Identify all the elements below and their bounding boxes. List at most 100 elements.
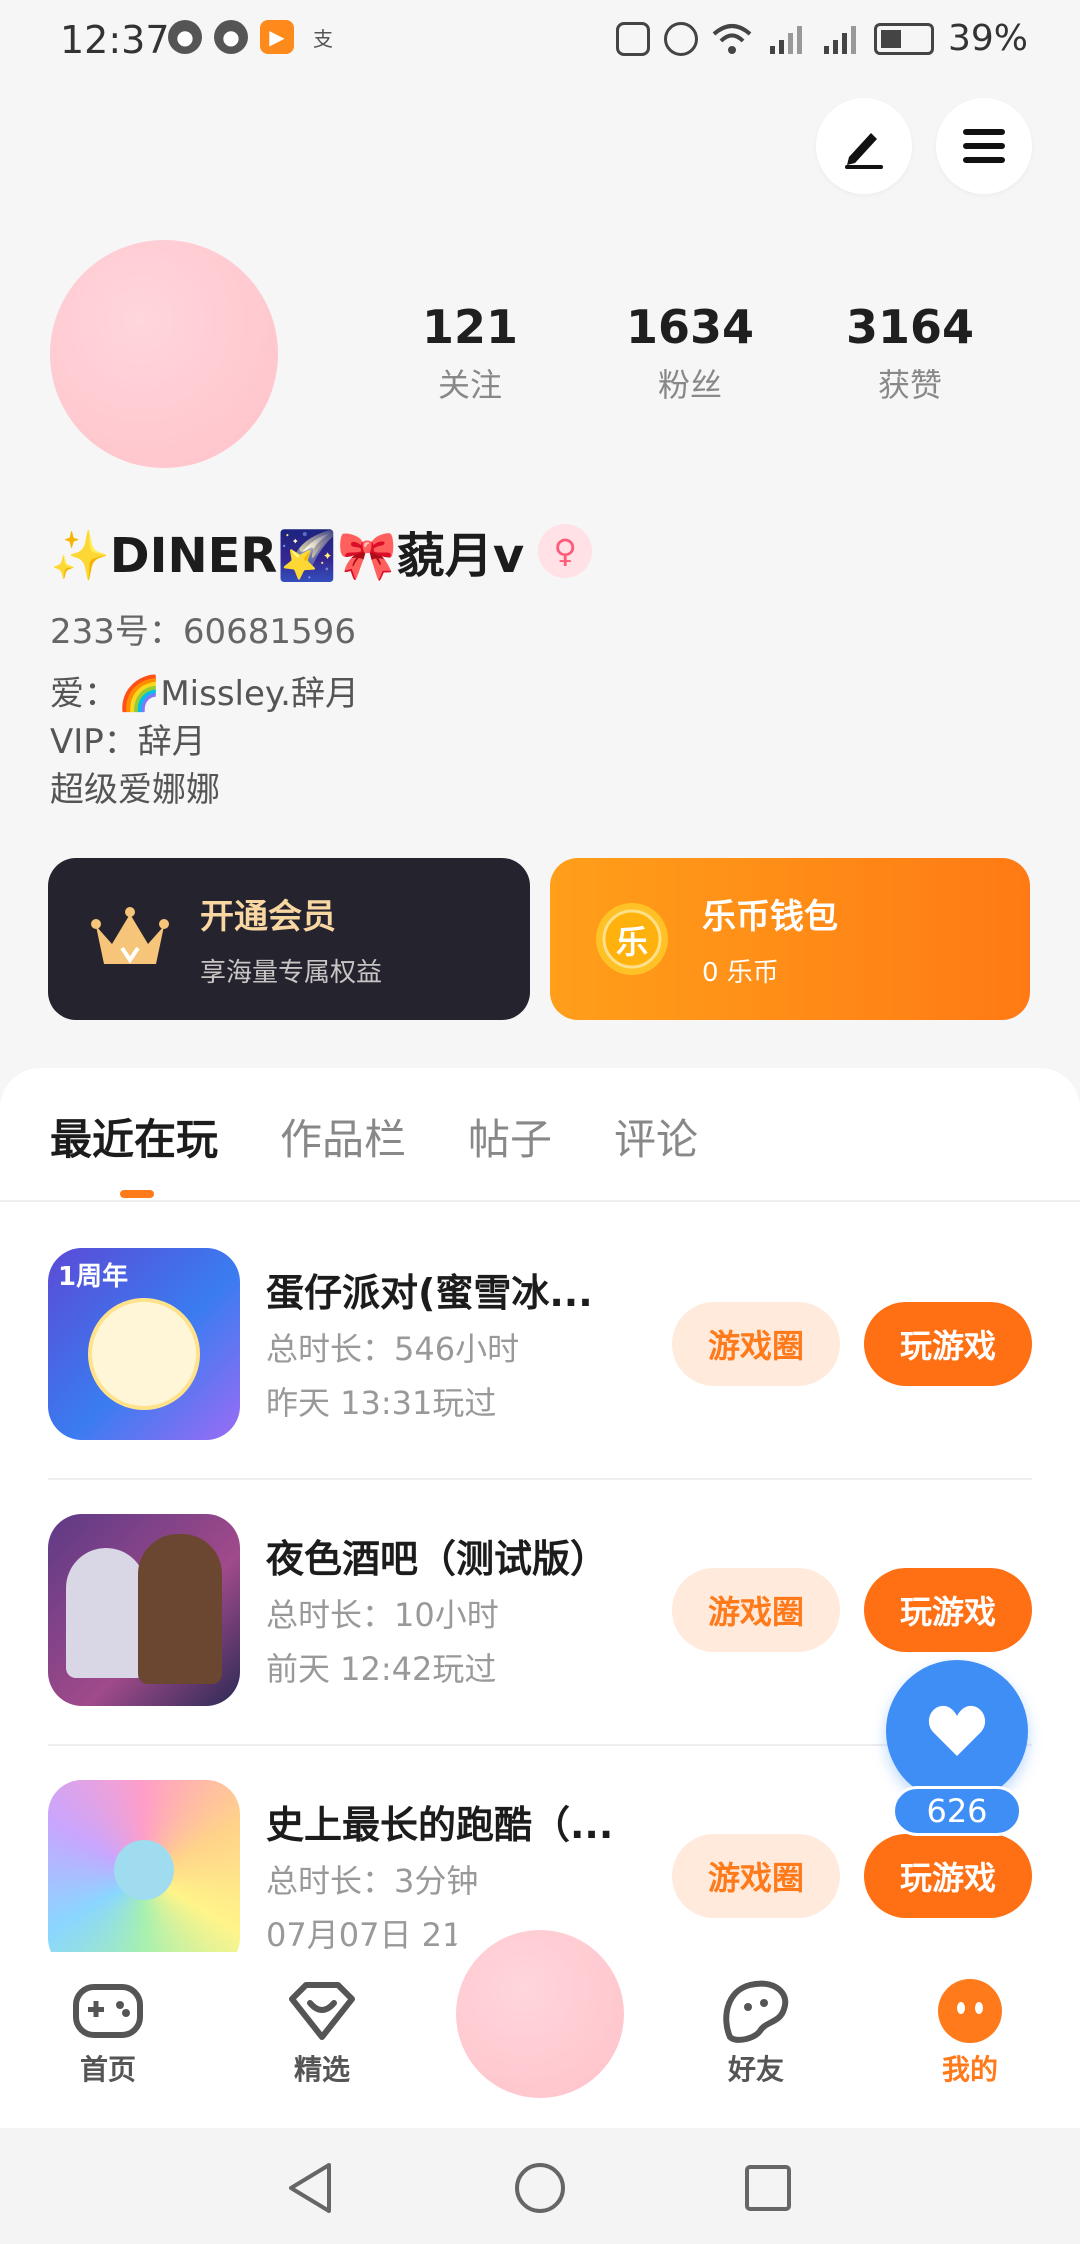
recents-square-icon xyxy=(745,2165,791,2211)
vip-subtitle: 享海量专属权益 xyxy=(200,958,383,988)
bio-line: 爱：🌈Missley.辞月 xyxy=(50,674,359,714)
nav-label: 精选 xyxy=(293,2053,350,2086)
vip-title: 开通会员 xyxy=(200,897,336,937)
battery-percent: 39% xyxy=(947,18,1028,59)
wallet-subtitle: 0 乐币 xyxy=(702,958,779,988)
game-row[interactable]: 1周年 蛋仔派对(蜜雪冰... 总时长：546小时 昨天 13:31玩过 游戏圈… xyxy=(48,1202,1032,1468)
game-icon-center xyxy=(114,1840,174,1900)
profile-stats: 121 关注 1634 粉丝 3164 获赞 xyxy=(360,300,1020,406)
edit-profile-button[interactable] xyxy=(816,98,912,194)
tab-recent-play[interactable]: 最近在玩 xyxy=(50,1106,218,1167)
tab-posts[interactable]: 帖子 xyxy=(468,1106,552,1167)
game-icon-parkour xyxy=(48,1780,240,1972)
game-duration: 总时长：3分钟 xyxy=(266,1862,479,1900)
stat-following[interactable]: 121 关注 xyxy=(370,300,570,406)
game-mascot xyxy=(88,1298,200,1410)
vip-card-text: 开通会员 享海量专属权益 xyxy=(200,889,382,989)
hamburger-icon xyxy=(963,129,1005,163)
system-nav-bar xyxy=(0,2128,1080,2244)
game-name: 夜色酒吧（测试版） xyxy=(266,1537,609,1581)
name-row: ✨DINER🌠🎀藐月v ♀ xyxy=(50,516,593,586)
gamepad-icon xyxy=(72,1980,144,2042)
nav-featured[interactable]: 精选 xyxy=(262,1980,382,2088)
status-bar: 12:37 ● ● ▶ 支 39% xyxy=(0,0,1080,84)
bio: 爱：🌈Missley.辞月 VIP：辞月 超级爱娜娜 xyxy=(50,670,359,814)
heart-icon xyxy=(928,1705,986,1756)
home-circle-icon xyxy=(515,2163,565,2213)
status-notification-icons: ● ● ▶ 支 xyxy=(168,20,340,54)
wallet-card-text: 乐币钱包 0 乐币 xyxy=(702,889,838,989)
menu-button[interactable] xyxy=(936,98,1032,194)
play-game-button[interactable]: 玩游戏 xyxy=(864,1834,1032,1918)
female-icon: ♀ xyxy=(538,524,593,578)
coin-glyph: 乐 xyxy=(615,923,648,961)
profile-tabs: 最近在玩 作品栏 帖子 评论 xyxy=(50,1106,698,1167)
friend-face-icon xyxy=(720,1980,792,2043)
play-game-button[interactable]: 玩游戏 xyxy=(864,1568,1032,1652)
game-row[interactable]: 夜色酒吧（测试版） 总时长：10小时 前天 12:42玩过 游戏圈 玩游戏 xyxy=(48,1468,1032,1734)
heart-box-icon xyxy=(286,1980,358,2042)
crown-icon xyxy=(90,899,170,979)
like-button[interactable] xyxy=(886,1660,1028,1802)
game-icon-eggy-party: 1周年 xyxy=(48,1248,240,1440)
status-time: 12:37 xyxy=(60,18,170,62)
battery-icon xyxy=(873,22,934,55)
wechat-icon: ● xyxy=(214,20,248,54)
stat-value: 121 xyxy=(421,300,519,354)
vip-card[interactable]: 开通会员 享海量专属权益 xyxy=(48,858,530,1020)
video-app-icon: ▶ xyxy=(260,20,294,54)
nav-friends[interactable]: 好友 xyxy=(696,1980,816,2088)
stat-likes[interactable]: 3164 获赞 xyxy=(810,300,1010,406)
bio-line: 超级爱娜娜 xyxy=(50,770,220,810)
stat-label: 关注 xyxy=(437,366,502,404)
stat-label: 获赞 xyxy=(877,366,942,404)
game-icon-night-bar xyxy=(48,1514,240,1706)
signal-icon-2 xyxy=(823,25,856,54)
game-circle-button[interactable]: 游戏圈 xyxy=(672,1834,840,1918)
play-game-button[interactable]: 玩游戏 xyxy=(864,1302,1032,1386)
nfc-icon xyxy=(615,21,650,56)
stat-value: 3164 xyxy=(845,300,975,354)
recents-button[interactable] xyxy=(738,2158,798,2218)
coin-icon: 乐 xyxy=(592,899,672,979)
game-last-played: 昨天 13:31玩过 xyxy=(266,1384,497,1422)
game-icon-badge: 1周年 xyxy=(58,1262,129,1292)
home-button[interactable] xyxy=(510,2158,570,2218)
nav-me[interactable]: 我的 xyxy=(910,1979,1030,2088)
nav-home[interactable]: 首页 xyxy=(48,1980,168,2088)
stat-value: 1634 xyxy=(625,300,755,354)
tab-works[interactable]: 作品栏 xyxy=(280,1106,406,1167)
nav-label: 我的 xyxy=(941,2053,998,2086)
avatar[interactable] xyxy=(50,240,278,468)
signal-icon-1 xyxy=(769,25,802,54)
nav-center-avatar[interactable] xyxy=(456,1930,624,2098)
game-circle-button[interactable]: 游戏圈 xyxy=(672,1302,840,1386)
bio-line: VIP：辞月 xyxy=(50,722,206,762)
stat-followers[interactable]: 1634 粉丝 xyxy=(590,300,790,406)
back-button[interactable] xyxy=(280,2158,340,2218)
game-name: 史上最长的跑酷（... xyxy=(266,1803,614,1847)
wallet-title: 乐币钱包 xyxy=(702,897,838,937)
tab-comments[interactable]: 评论 xyxy=(614,1106,698,1167)
user-id: 233号：60681596 xyxy=(50,612,356,652)
nav-label: 好友 xyxy=(727,2053,784,2086)
like-count: 626 xyxy=(892,1786,1022,1836)
nav-label: 首页 xyxy=(79,2053,136,2086)
game-duration: 总时长：10小时 xyxy=(266,1596,499,1634)
stat-label: 粉丝 xyxy=(657,366,722,404)
game-last-played: 前天 12:42玩过 xyxy=(266,1650,497,1688)
game-circle-button[interactable]: 游戏圈 xyxy=(672,1568,840,1652)
game-duration: 总时长：546小时 xyxy=(266,1330,520,1368)
me-icon xyxy=(934,1979,1006,2043)
alarm-icon xyxy=(663,21,698,56)
back-triangle-icon xyxy=(289,2163,331,2213)
wallet-card[interactable]: 乐 乐币钱包 0 乐币 xyxy=(550,858,1030,1020)
message-icon: ● xyxy=(168,20,202,54)
alipay-icon: 支 xyxy=(313,26,333,51)
tab-indicator xyxy=(120,1190,154,1198)
game-character-left xyxy=(66,1548,146,1678)
pencil-icon xyxy=(845,133,883,169)
game-name: 蛋仔派对(蜜雪冰... xyxy=(266,1271,593,1315)
status-system-icons: 39% xyxy=(615,18,1028,59)
game-character-right xyxy=(138,1534,222,1684)
